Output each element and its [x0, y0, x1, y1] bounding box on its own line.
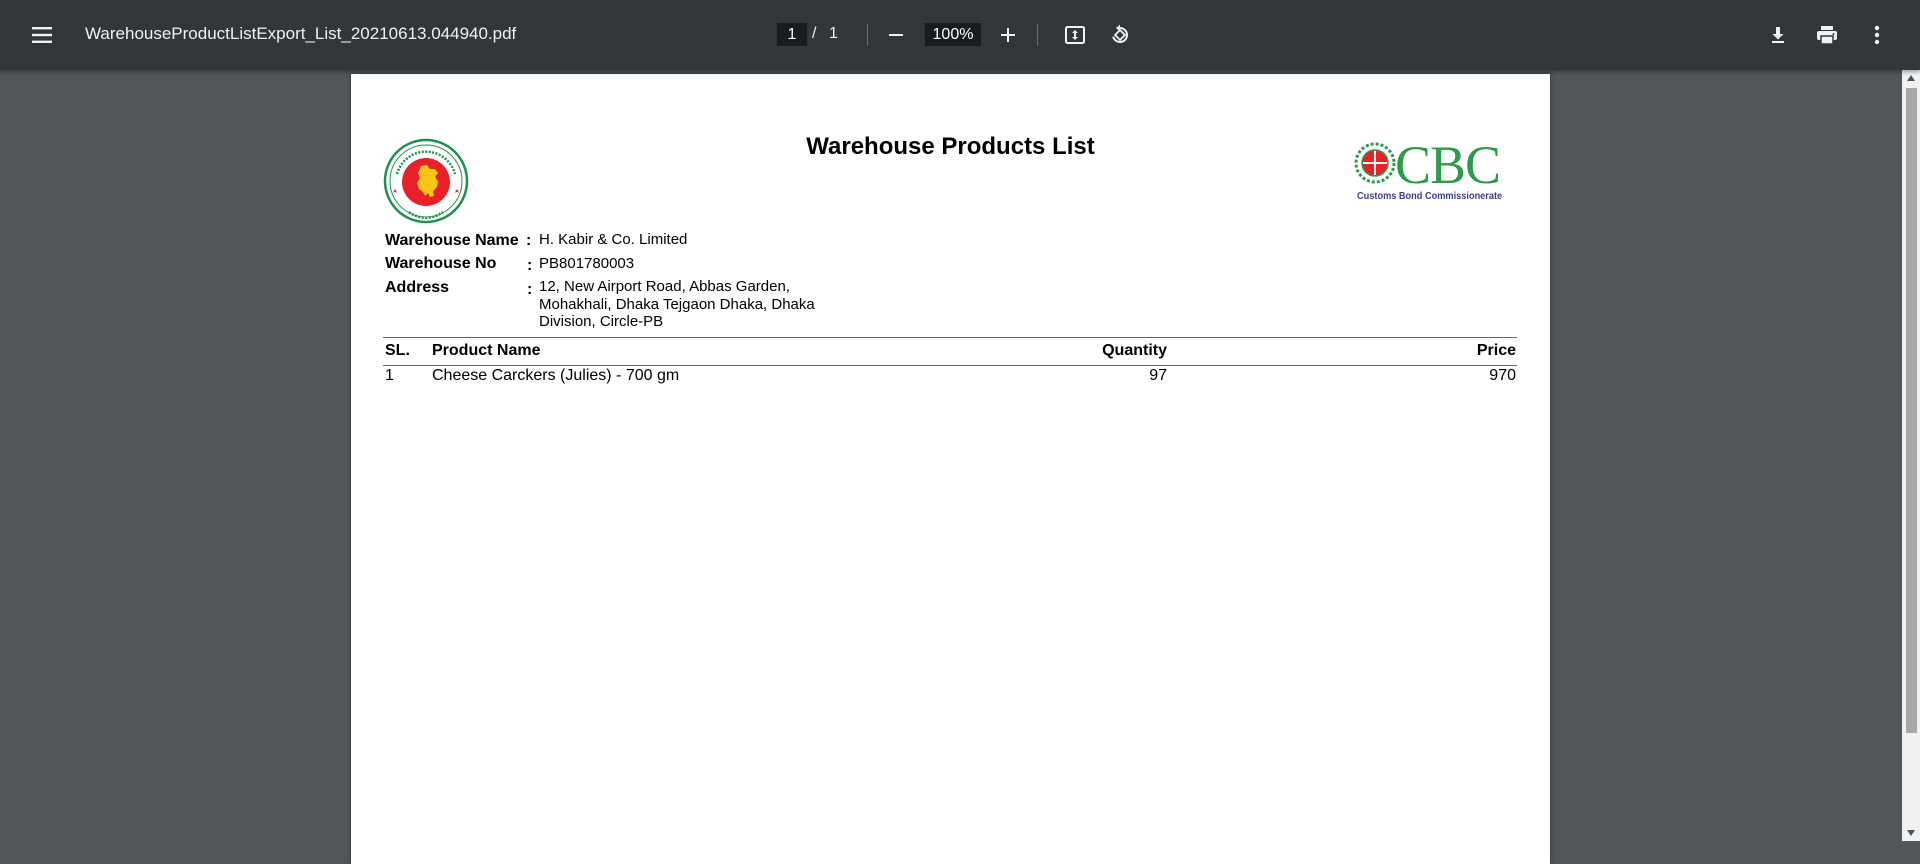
pdf-page: Warehouse Products List CBC Customs Bond… — [351, 74, 1550, 864]
warehouse-name-value: H. Kabir & Co. Limited — [539, 231, 688, 248]
cell-sl: 1 — [385, 367, 394, 384]
document-filename: WarehouseProductListExport_List_20210613… — [85, 24, 517, 43]
table-top-rule — [383, 337, 1517, 338]
warehouse-no-value: PB801780003 — [539, 255, 635, 272]
address-value: 12, New Airport Road, Abbas Garden, Moha… — [539, 278, 815, 330]
address-label: Address — [385, 279, 450, 296]
pdf-toolbar: WarehouseProductListExport_List_20210613… — [0, 0, 1920, 70]
cell-product-name: Cheese Carckers (Julies) - 700 gm — [432, 367, 680, 384]
cell-price: 970 — [1489, 367, 1516, 384]
cbc-logo: CBC Customs Bond Commissionerate — [1353, 135, 1513, 208]
scroll-down-arrow-icon[interactable] — [1902, 825, 1920, 841]
column-header-sl: SL. — [385, 342, 410, 359]
zoom-in-icon[interactable] — [990, 17, 1026, 53]
cell-quantity: 97 — [1149, 367, 1167, 384]
menu-icon[interactable] — [22, 15, 62, 55]
more-options-icon[interactable] — [1858, 16, 1896, 54]
page-separator: / — [812, 25, 817, 42]
toolbar-divider — [867, 24, 868, 46]
page-number-input[interactable]: 1 — [777, 23, 807, 46]
print-icon[interactable] — [1808, 16, 1846, 54]
table-header-rule — [383, 365, 1517, 366]
rotate-icon[interactable] — [1101, 16, 1139, 54]
zoom-out-icon[interactable] — [878, 17, 914, 53]
info-colon: : — [527, 257, 533, 274]
info-colon: : — [527, 281, 533, 298]
zoom-level-input[interactable]: 100% — [925, 23, 981, 46]
column-header-product-name: Product Name — [432, 342, 541, 359]
warehouse-no-label: Warehouse No — [385, 255, 497, 272]
cbc-emblem-icon — [1354, 142, 1396, 184]
warehouse-name-label: Warehouse Name — [385, 232, 519, 249]
info-colon: : — [526, 232, 532, 249]
toolbar-divider — [1037, 24, 1038, 46]
scrollbar-thumb[interactable] — [1906, 88, 1917, 733]
page-total: 1 — [829, 25, 838, 42]
column-header-quantity: Quantity — [1102, 342, 1167, 359]
download-icon[interactable] — [1759, 16, 1797, 54]
scroll-up-arrow-icon[interactable] — [1902, 70, 1920, 86]
vertical-scrollbar[interactable] — [1902, 70, 1920, 841]
cbc-logo-subtitle: Customs Bond Commissionerate — [1357, 191, 1503, 202]
cbc-logo-text: CBC — [1395, 135, 1501, 195]
column-header-price: Price — [1476, 342, 1516, 359]
fit-to-page-icon[interactable] — [1056, 16, 1094, 54]
